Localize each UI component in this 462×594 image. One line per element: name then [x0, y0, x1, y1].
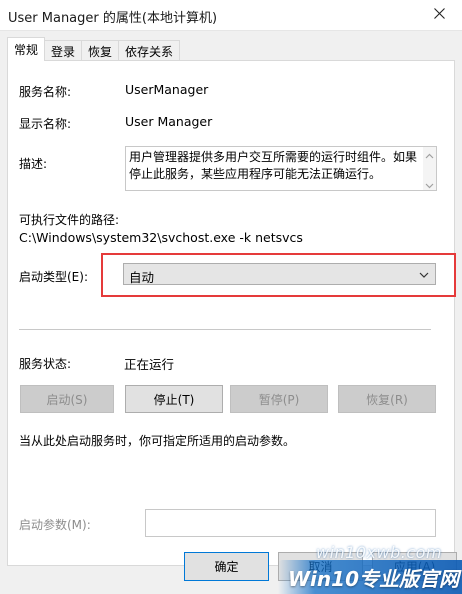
- service-name-value: UserManager: [125, 82, 209, 97]
- tab-dependencies[interactable]: 依存关系: [118, 40, 181, 61]
- ok-button[interactable]: 确定: [184, 552, 269, 581]
- exe-path-value: C:\Windows\system32\svchost.exe -k netsv…: [19, 230, 303, 245]
- dialog-body: 常规 登录 恢复 依存关系 服务名称: UserManager 显示名称: Us…: [0, 31, 462, 594]
- startup-type-label: 启动类型(E):: [19, 270, 88, 284]
- display-name-label: 显示名称:: [19, 117, 72, 131]
- tab-general[interactable]: 常规: [7, 37, 46, 61]
- close-icon: [433, 8, 445, 22]
- description-text: 用户管理器提供多用户交互所需要的运行时组件。如果停止此服务，某些应用程序可能无法…: [129, 150, 418, 181]
- tab-logon[interactable]: 登录: [44, 40, 83, 61]
- service-status-label: 服务状态:: [19, 357, 72, 371]
- scroll-down-icon[interactable]: [425, 179, 434, 189]
- tab-recovery[interactable]: 恢复: [81, 40, 120, 61]
- start-params-label: 启动参数(M):: [19, 518, 91, 532]
- general-panel: 服务名称: UserManager 显示名称: User Manager 描述:…: [7, 60, 456, 566]
- resume-button[interactable]: 恢复(R): [338, 385, 436, 413]
- pause-button[interactable]: 暂停(P): [230, 385, 328, 413]
- description-label: 描述:: [19, 157, 48, 171]
- display-name-value: User Manager: [125, 114, 213, 129]
- stop-button[interactable]: 停止(T): [125, 385, 223, 413]
- start-params-hint: 当从此处启动服务时，你可指定所适用的启动参数。: [19, 434, 296, 448]
- start-params-input[interactable]: [145, 509, 436, 537]
- close-button[interactable]: [416, 0, 462, 30]
- window-title: User Manager 的属性(本地计算机): [8, 11, 218, 26]
- start-button[interactable]: 启动(S): [20, 385, 114, 413]
- tab-strip: 常规 登录 恢复 依存关系: [7, 37, 181, 61]
- watermark-logo-text: Win10专业版官网: [288, 567, 459, 591]
- exe-path-label: 可执行文件的路径:: [19, 213, 120, 227]
- scroll-up-icon[interactable]: [425, 150, 434, 159]
- description-scrollbar[interactable]: [423, 147, 436, 190]
- separator: [19, 329, 431, 330]
- watermark-logo: Win10专业版官网: [278, 560, 462, 594]
- service-status-value: 正在运行: [124, 357, 175, 372]
- startup-type-value: 自动: [129, 270, 155, 285]
- chevron-down-icon: [419, 269, 429, 279]
- service-name-label: 服务名称:: [19, 85, 72, 99]
- startup-type-select[interactable]: 自动: [123, 263, 436, 285]
- title-bar: User Manager 的属性(本地计算机): [0, 0, 462, 31]
- description-box[interactable]: 用户管理器提供多用户交互所需要的运行时组件。如果停止此服务，某些应用程序可能无法…: [125, 146, 437, 191]
